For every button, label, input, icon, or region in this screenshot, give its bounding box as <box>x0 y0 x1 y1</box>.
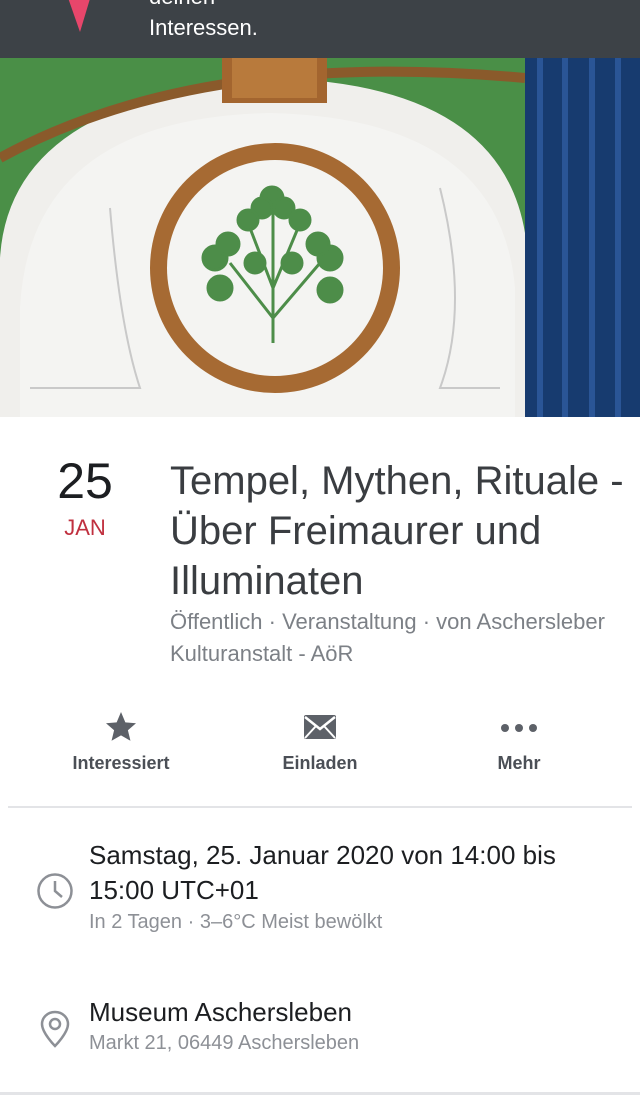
interested-button[interactable]: Interessiert <box>41 705 201 774</box>
more-dots-icon <box>500 720 538 738</box>
interested-label: Interessiert <box>72 753 170 773</box>
notification-text-line2: Interessen. <box>149 15 258 40</box>
notification-text-line1: deinen <box>149 0 215 10</box>
more-button[interactable]: Mehr <box>439 705 599 774</box>
invite-button[interactable]: Einladen <box>240 705 400 774</box>
event-date-day: 25 <box>57 453 113 509</box>
location-name: Museum Aschersleben <box>89 997 353 1027</box>
more-label: Mehr <box>497 753 541 773</box>
star-icon <box>102 709 140 750</box>
event-weather-text: In 2 Tagen · 3–6°C Meist bewölkt <box>89 911 383 933</box>
event-actions-bar: Interessiert Einladen Mehr <box>0 705 640 785</box>
event-time-text: Samstag, 25. Januar 2020 von 14:00 bis 1… <box>89 840 556 905</box>
event-date-month: JAN <box>64 515 106 540</box>
envelope-icon <box>303 714 337 745</box>
location-pin-icon <box>36 1009 74 1054</box>
event-subtitle[interactable]: Öffentlich · Veranstaltung · von Aschers… <box>170 606 630 670</box>
location-address: Markt 21, 06449 Aschersleben <box>89 1032 360 1054</box>
invite-label: Einladen <box>282 753 358 773</box>
section-divider <box>8 806 632 808</box>
red-pin-icon <box>64 0 94 41</box>
clock-icon <box>36 872 74 915</box>
event-title: Tempel, Mythen, Rituale - Über Freimaure… <box>170 459 624 603</box>
notification-banner[interactable]: deinen Interessen. <box>0 0 640 58</box>
event-cover-photo[interactable] <box>0 58 640 417</box>
